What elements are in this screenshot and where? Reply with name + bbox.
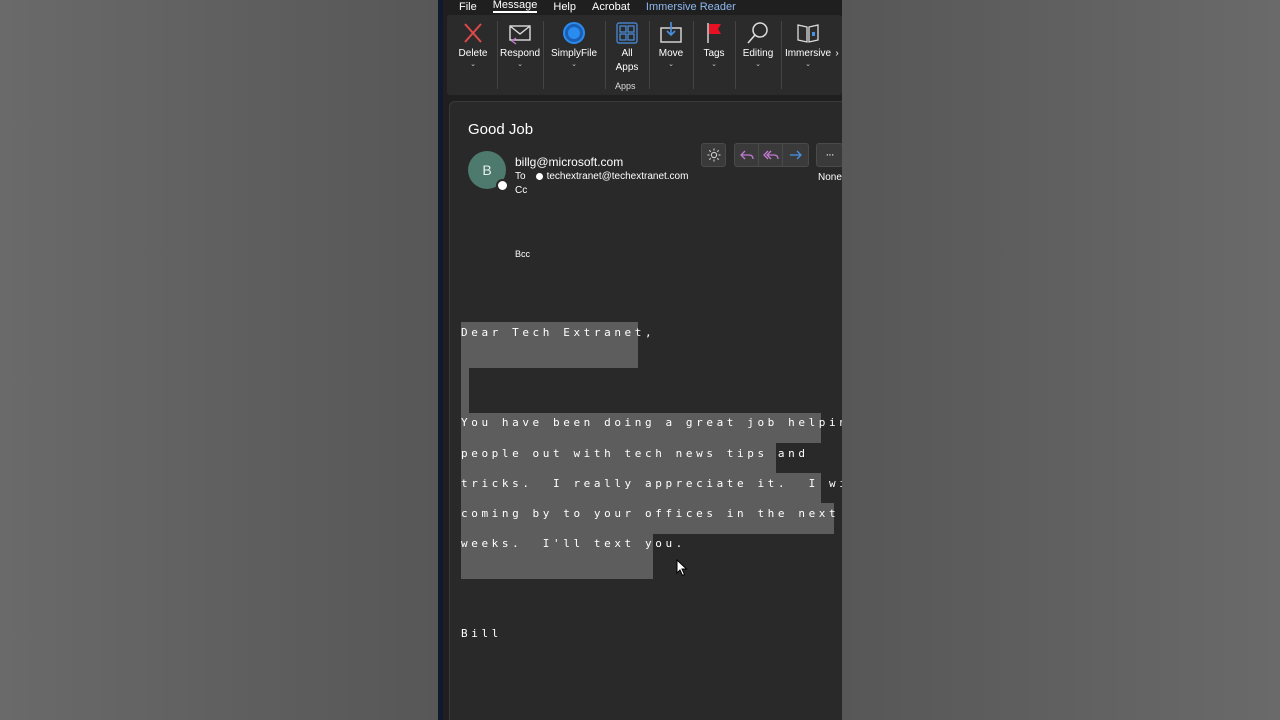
to-address[interactable]: techextranet@techextranet.com [547, 171, 689, 182]
search-icon [747, 22, 768, 44]
video-backdrop-right [842, 0, 1280, 720]
simplyfile-button[interactable]: SimplyFile ⌄ [545, 15, 603, 95]
body-line: weeks. I'll text you. [461, 537, 686, 550]
tags-button[interactable]: Tags ⌄ [695, 15, 733, 95]
tags-label: Tags [703, 48, 725, 59]
ribbon-more-button[interactable]: › [833, 15, 841, 95]
outlook-window: File Message Help Acrobat Immersive Read… [438, 0, 842, 720]
menu-bar: File Message Help Acrobat Immersive Read… [443, 0, 842, 13]
respond-button[interactable]: Respond ⌄ [499, 15, 541, 95]
delete-icon [464, 23, 482, 43]
ribbon-divider [693, 21, 694, 89]
move-label: Move [658, 48, 684, 59]
envelope-reply-icon [509, 25, 531, 45]
forward-icon [789, 150, 802, 160]
menu-immersive-reader[interactable]: Immersive Reader [646, 2, 736, 13]
ribbon-divider [649, 21, 650, 89]
chevron-down-icon: ⌄ [755, 61, 761, 68]
immersive-reader-button[interactable]: Immersive ⌄ [783, 15, 833, 95]
ribbon-divider [543, 21, 544, 89]
body-line: coming by to your offices in the next fe… [461, 507, 842, 520]
more-icon: ··· [825, 149, 835, 161]
ribbon: Delete ⌄ Respond ⌄ SimplyFile ⌄ All Apps… [447, 15, 842, 95]
to-label: To [515, 171, 526, 182]
sun-icon [707, 148, 720, 162]
reply-all-icon [762, 150, 779, 160]
reply-all-button[interactable] [758, 143, 783, 167]
all-apps-label-2: Apps [615, 62, 639, 73]
reply-button[interactable] [734, 143, 759, 167]
ribbon-divider [605, 21, 606, 89]
chevron-down-icon: ⌄ [470, 61, 476, 68]
chevron-down-icon: ⌄ [517, 61, 523, 68]
body-line: people out with tech news tips and [461, 447, 809, 460]
flag-icon [707, 23, 721, 43]
chevron-right-icon: › [835, 48, 839, 59]
apps-group-label: Apps [615, 81, 636, 91]
body-greeting: Dear Tech Extranet, [461, 326, 656, 339]
body-signature: Bill [461, 627, 502, 640]
recipient-status-icon [535, 173, 543, 180]
theme-toggle-button[interactable] [701, 143, 726, 167]
ribbon-divider [497, 21, 498, 89]
chevron-down-icon: ⌄ [805, 61, 811, 68]
move-button[interactable]: Move ⌄ [651, 15, 691, 95]
all-apps-label-1: All [621, 48, 633, 59]
respond-label: Respond [499, 48, 541, 59]
body-line: You have been doing a great job helping [461, 416, 842, 429]
immersive-reader-icon [797, 24, 819, 43]
cc-label: Cc [515, 185, 528, 196]
apps-grid-icon [616, 22, 638, 44]
ribbon-divider [781, 21, 782, 89]
to-row: To techextranet@techextranet.com [515, 171, 688, 182]
editing-button[interactable]: Editing ⌄ [737, 15, 779, 95]
reading-pane: Good Job B billg@microsoft.com To techex… [449, 101, 842, 720]
menu-file[interactable]: File [459, 2, 477, 13]
immersive-label: Immersive [784, 48, 832, 59]
ribbon-divider [735, 21, 736, 89]
editing-label: Editing [742, 48, 774, 59]
selection-highlight [461, 367, 469, 413]
move-folder-icon [660, 22, 682, 43]
simplyfile-icon [563, 22, 585, 44]
window-edge [438, 0, 443, 720]
menu-help[interactable]: Help [553, 2, 576, 13]
menu-acrobat[interactable]: Acrobat [592, 2, 630, 13]
menu-message[interactable]: Message [492, 0, 538, 13]
simplyfile-label: SimplyFile [550, 48, 598, 59]
video-backdrop-left [0, 0, 438, 720]
mouse-cursor-icon [676, 559, 688, 577]
delete-label: Delete [458, 48, 488, 59]
email-subject: Good Job [468, 121, 534, 138]
body-line: tricks. I really appreciate it. I will b… [461, 477, 842, 490]
reply-icon [739, 150, 754, 160]
presence-status-icon [496, 179, 509, 192]
sender-address[interactable]: billg@microsoft.com [515, 155, 623, 169]
bcc-label: Bcc [515, 249, 531, 259]
chevron-down-icon: ⌄ [668, 61, 674, 68]
forward-button[interactable] [782, 143, 809, 167]
delete-button[interactable]: Delete ⌄ [451, 15, 495, 95]
more-actions-button[interactable]: ··· [816, 143, 842, 167]
chevron-down-icon: ⌄ [711, 61, 717, 68]
sensitivity-label: None [818, 172, 842, 183]
chevron-down-icon: ⌄ [571, 61, 577, 68]
